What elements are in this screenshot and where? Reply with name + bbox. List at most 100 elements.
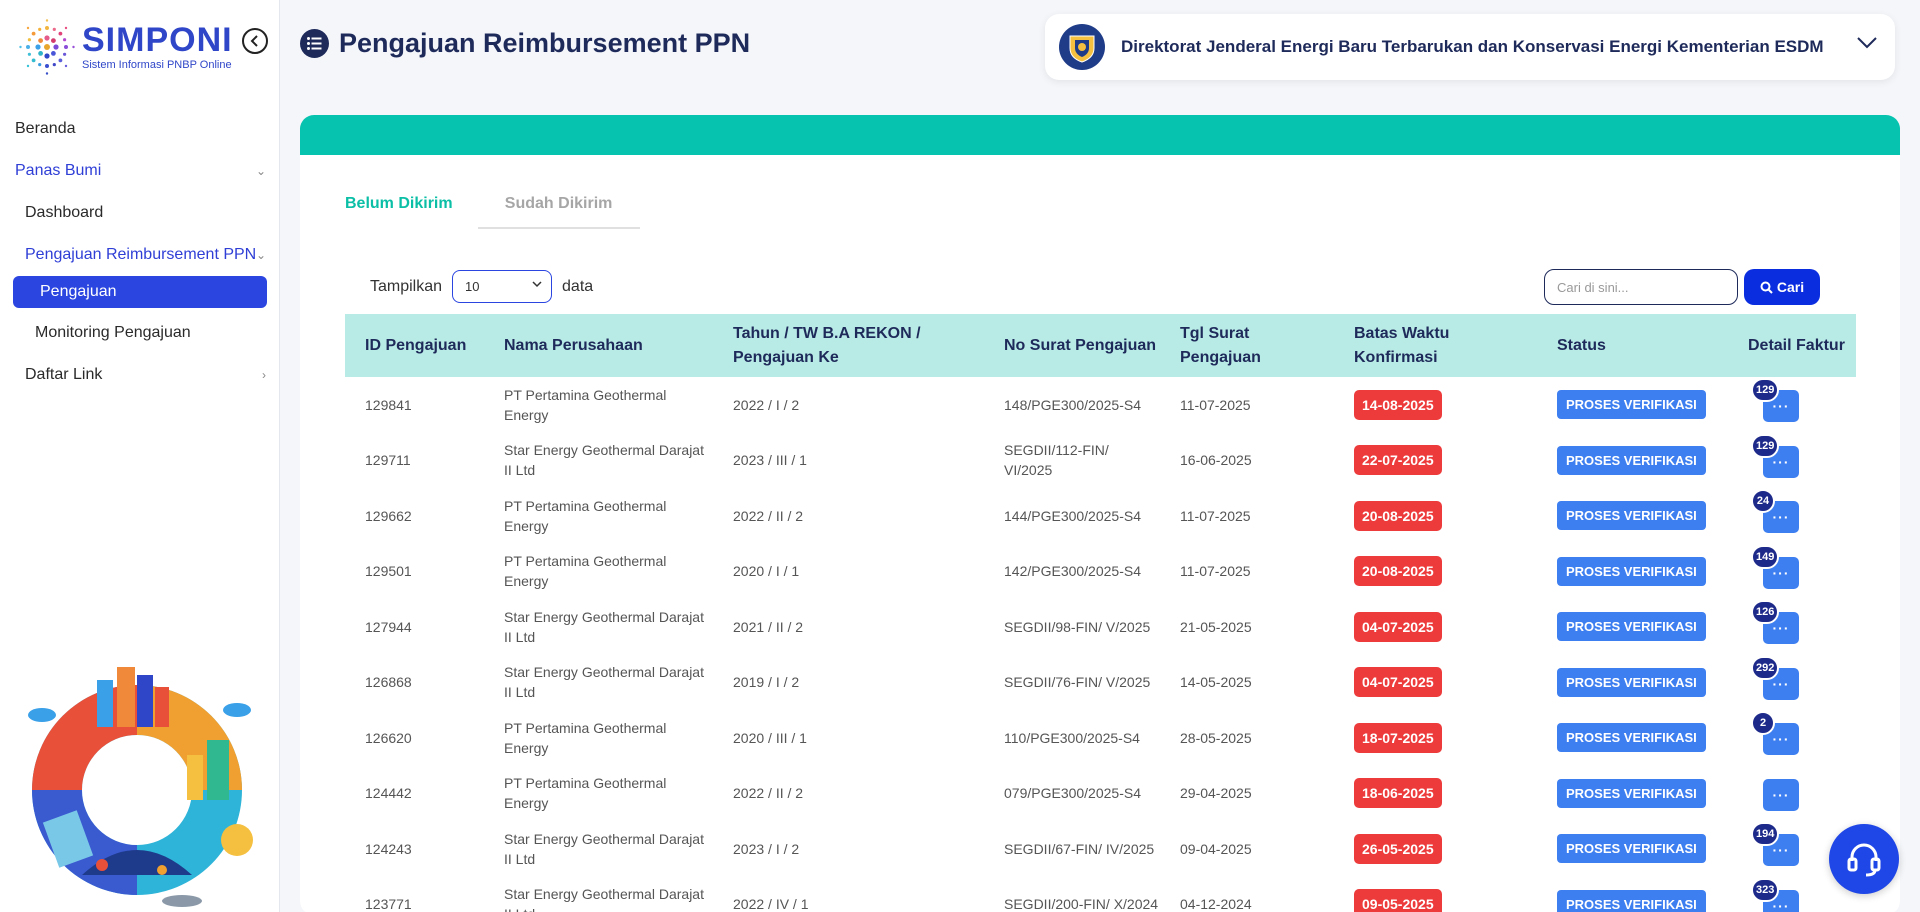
chevron-down-icon [1857,36,1877,54]
sidebar-item-panas-bumi[interactable]: Panas Bumi ⌄ [0,150,280,192]
column-header[interactable]: No Surat Pengajuan [984,314,1160,377]
table-row: 129841 PT Pertamina Geothermal Energy 2022… [345,377,1856,433]
column-header[interactable]: Tahun / TW B.A REKON / Pengajuan Ke [713,314,984,377]
cell-deadline: 26-05-2025 [1334,821,1537,877]
column-header[interactable]: ID Pengajuan [345,314,484,377]
help-button[interactable] [1829,824,1899,894]
sidebar-item-daftar-link[interactable]: Daftar Link › [0,354,280,396]
column-header[interactable]: Nama Perusahaan [484,314,713,377]
tab-bar: Belum Dikirim Sudah Dikirim [345,187,690,229]
cell-letter-date: 21-05-2025 [1180,618,1252,635]
search-button[interactable]: Cari [1744,269,1820,305]
tab-belum-dikirim[interactable]: Belum Dikirim [345,187,453,229]
cell-deadline: 22-07-2025 [1334,433,1537,489]
table-row: 124243 Star Energy Geothermal Darajat II … [345,821,1856,877]
tab-sudah-dikirim[interactable]: Sudah Dikirim [477,187,640,229]
column-header[interactable]: Status [1537,314,1728,377]
cell-letter-no: 110/PGE300/2025-S4 [1004,729,1140,746]
table-body: 129841 PT Pertamina Geothermal Energy 2022… [345,377,1856,912]
cell-detail: ··· 292 [1728,655,1856,711]
cell-detail: ··· 129 [1728,433,1856,489]
cell-letter-no: 148/PGE300/2025-S4 [1004,396,1141,413]
cell-detail: ··· [1728,766,1856,822]
status-badge[interactable]: PROSES VERIFIKASI [1557,667,1706,697]
faktur-count-badge: 323 [1751,877,1780,902]
status-badge[interactable]: PROSES VERIFIKASI [1557,778,1706,808]
sidebar-item-label: Monitoring Pengajuan [35,324,191,341]
deadline-badge: 04-07-2025 [1354,667,1442,698]
status-badge[interactable]: PROSES VERIFIKASI [1557,612,1706,642]
status-badge[interactable]: PROSES VERIFIKASI [1557,556,1706,586]
cell-deadline: 18-07-2025 [1334,710,1537,766]
cell-detail: ··· 126 [1728,599,1856,655]
cell-deadline: 09-05-2025 [1334,877,1537,912]
cell-deadline: 20-08-2025 [1334,488,1537,544]
sidebar-item-pengajuan-reimbursement[interactable]: Pengajuan Reimbursement PPN ⌄ [0,234,280,276]
cell-period: 2020 / I / 1 [733,563,800,580]
cell-id: 129501 [365,563,412,580]
status-badge[interactable]: PROSES VERIFIKASI [1557,889,1706,912]
chevron-down-icon: ⌄ [255,164,266,178]
status-badge[interactable]: PROSES VERIFIKASI [1557,390,1706,420]
app-tagline: Sistem Informasi PNBP Online [82,59,232,71]
cell-status: PROSES VERIFIKASI [1537,599,1728,655]
organization-selector[interactable]: Direktorat Jenderal Energi Baru Terbaruk… [1045,14,1895,80]
table-row: 123771 Star Energy Geothermal Darajat II … [345,877,1856,912]
detail-faktur: ··· 194 [1751,822,1799,867]
cell-id: 129711 [365,452,411,469]
sidebar-item-monitoring-pengajuan[interactable]: Monitoring Pengajuan [0,312,280,354]
status-badge[interactable]: PROSES VERIFIKASI [1557,723,1706,753]
submission-table: ID Pengajuan Nama Perusahaan Tahun / TW … [345,314,1856,912]
cell-id: 126868 [365,674,412,691]
cell-deadline: 04-07-2025 [1334,655,1537,711]
detail-faktur-button[interactable]: ··· [1763,778,1799,811]
status-badge[interactable]: PROSES VERIFIKASI [1557,834,1706,864]
cell-status: PROSES VERIFIKASI [1537,433,1728,489]
page-header: Pengajuan Reimbursement PPN [300,28,750,59]
sidebar-item-dashboard[interactable]: Dashboard [0,192,280,234]
column-header[interactable]: Batas Waktu Konfirmasi [1334,314,1537,377]
cell-letter-date: 04-12-2024 [1180,896,1252,912]
sidebar-item-label: Pengajuan Reimbursement PPN [25,246,257,263]
logo-dots-icon [18,18,76,76]
page-size-select[interactable]: 10 [452,270,553,303]
cell-company: PT Pertamina Geothermal Energy [504,775,667,812]
page-title: Pengajuan Reimbursement PPN [339,28,751,58]
table-row: 126868 Star Energy Geothermal Darajat II … [345,655,1856,711]
column-header[interactable]: Detail Faktur [1728,314,1856,377]
deadline-badge: 20-08-2025 [1354,500,1442,531]
cell-status: PROSES VERIFIKASI [1537,821,1728,877]
sidebar-item-label: Daftar Link [25,366,103,383]
cell-letter-no: SEGDII/76-FIN/ V/2025 [1004,674,1151,691]
sidebar-collapse-button[interactable] [242,28,268,54]
table-row: 127944 Star Energy Geothermal Darajat II … [345,599,1856,655]
status-badge[interactable]: PROSES VERIFIKASI [1557,445,1706,475]
sidebar-item-label: Pengajuan [40,283,117,300]
cell-deadline: 04-07-2025 [1334,599,1537,655]
cell-id: 127944 [365,618,412,635]
detail-faktur: ··· 2 [1751,711,1799,756]
cell-period: 2022 / II / 2 [733,507,804,524]
ministry-emblem-icon [1059,24,1105,70]
sidebar-item-pengajuan[interactable]: Pengajuan [13,276,267,308]
search-input[interactable] [1544,269,1738,305]
table-row: 124442 PT Pertamina Geothermal Energy 2022… [345,766,1856,822]
cell-company: Star Energy Geothermal Darajat II Ltd [504,442,704,479]
cell-letter-date: 28-05-2025 [1180,729,1252,746]
page-size-control: Tampilkan 10 data [370,270,593,303]
status-badge[interactable]: PROSES VERIFIKASI [1557,501,1706,531]
cell-status: PROSES VERIFIKASI [1537,488,1728,544]
column-header[interactable]: Tgl Surat Pengajuan [1160,314,1334,377]
cell-letter-no: 079/PGE300/2025-S4 [1004,785,1141,802]
page-size-value: 10 [465,279,480,294]
cell-status: PROSES VERIFIKASI [1537,377,1728,433]
detail-faktur: ··· 149 [1751,544,1799,589]
detail-faktur: ··· 129 [1751,378,1799,423]
deadline-badge: 09-05-2025 [1354,889,1442,912]
cell-company: PT Pertamina Geothermal Energy [504,553,667,590]
cell-period: 2020 / III / 1 [733,729,807,746]
app-logo[interactable]: SIMPONI Sistem Informasi PNBP Online [18,18,233,76]
cell-period: 2021 / II / 2 [733,618,804,635]
sidebar-item-beranda[interactable]: Beranda [0,108,280,150]
cell-deadline: 18-06-2025 [1334,766,1537,822]
